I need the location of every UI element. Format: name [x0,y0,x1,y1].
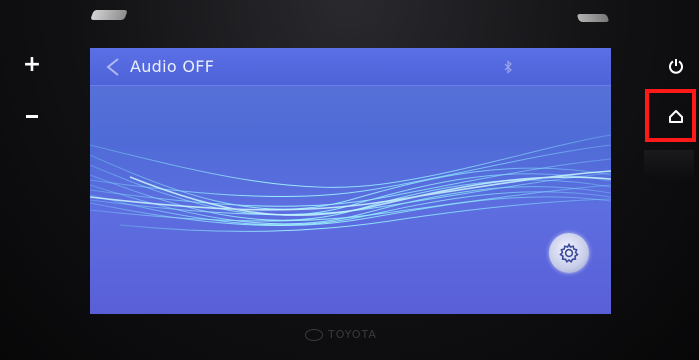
display-screen: Audio OFF [90,48,611,314]
volume-down-button[interactable] [16,100,48,132]
home-button[interactable] [660,100,692,132]
volume-up-label: + [22,51,42,77]
screen-header: Audio OFF [90,48,611,86]
gear-icon [559,242,579,264]
back-arrow-icon[interactable] [104,57,122,77]
power-button[interactable] [660,50,692,82]
bezel-panel [644,150,694,180]
power-icon [669,59,683,74]
bluetooth-icon [504,60,512,74]
brand-name: TOYOTA [328,328,377,341]
toyota-emblem-icon [305,328,323,341]
brand-logo: TOYOTA [305,328,377,341]
screen-title: Audio OFF [130,57,215,76]
wave-background [90,134,611,232]
bezel-glare [90,10,128,20]
settings-button[interactable] [549,233,589,273]
home-icon [669,110,683,123]
minus-icon [26,114,38,118]
volume-up-button[interactable]: + [16,48,48,80]
bezel-glare [576,14,610,22]
